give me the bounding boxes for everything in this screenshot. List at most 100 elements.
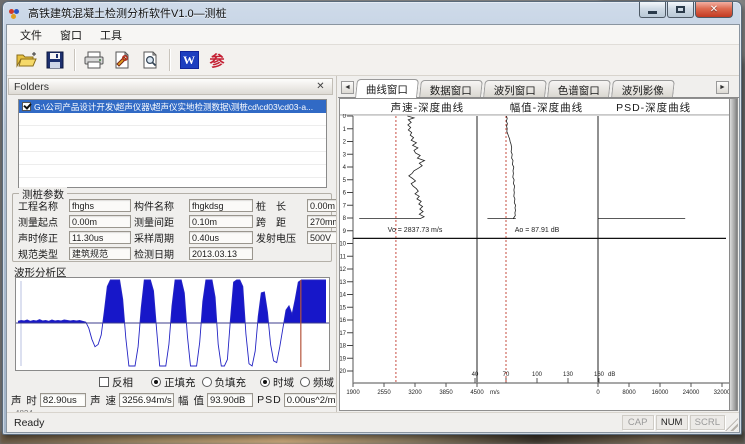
word-export-button[interactable]: W [175,47,203,73]
resize-grip-icon[interactable] [725,418,738,431]
status-bar: Ready CAPNUMSCRL [7,412,739,432]
freq-domain-label: 频域 [313,375,334,390]
titlebar[interactable]: 高铁建筑混凝土检测分析软件V1.0—测桩 ✕ [3,2,741,24]
tab-曲线窗口[interactable]: 曲线窗口 [355,79,419,98]
app-window: 高铁建筑混凝土检测分析软件V1.0—测桩 ✕ 文件窗口工具 [2,1,742,435]
param-value: 2013.03.13 [189,247,253,260]
toolbar: W 参 [7,45,739,76]
word-icon: W [180,51,199,69]
print-setup-button[interactable] [108,47,136,73]
param-label: 发射电压 [256,230,304,245]
toolbar-separator [74,49,75,71]
tab-波列窗口[interactable]: 波列窗口 [483,80,547,97]
print-setup-icon [113,51,131,69]
menu-bar: 文件窗口工具 [7,25,739,45]
folders-listbox[interactable]: G:\公司产品设计开发\超声仪器\超声仪实地检测数据\测桩cd\cd03\cd0… [18,99,327,188]
print-preview-icon [141,51,159,69]
tab-数据窗口[interactable]: 数据窗口 [419,80,483,97]
waveform-box[interactable] [15,277,330,371]
svg-text:1900: 1900 [346,390,360,396]
invert-label: 反相 [112,375,133,390]
invert-checkbox[interactable]: 反相 [99,375,133,390]
svg-text:4: 4 [343,165,347,171]
maximize-button[interactable] [667,2,694,18]
main-area: Folders ✕ G:\公司产品设计开发\超声仪器\超声仪实地检测数据\测桩c… [7,76,739,412]
toolbar-separator [169,49,170,71]
vertical-scrollbar[interactable] [729,99,737,410]
radio-icon[interactable] [300,377,310,387]
tab-色谱窗口[interactable]: 色谱窗口 [547,80,611,97]
app-icon [9,6,23,20]
chart-title-velocity: 声速-深度曲线 [376,100,479,115]
minimize-button[interactable] [639,2,666,18]
svg-text:9: 9 [343,229,347,235]
svg-text:19: 19 [340,356,347,362]
status-ready-text: Ready [7,417,44,429]
radio-selected-icon[interactable] [260,377,270,387]
fill-negative-radio[interactable]: 负填充 [202,375,247,390]
chart-title-psd: PSD-深度曲线 [602,100,705,115]
list-item[interactable]: G:\公司产品设计开发\超声仪器\超声仪实地检测数据\测桩cd\cd03\cd0… [19,100,326,113]
param-value: 0.00m [69,215,131,228]
svg-text:8000: 8000 [622,390,636,396]
radio-icon[interactable] [202,377,212,387]
depth-charts-area[interactable]: 声速-深度曲线 幅值-深度曲线 PSD-深度曲线 012345678910111… [339,98,738,411]
param-label: 声时修正 [18,230,66,245]
readout-label-0: 声 时 [11,393,38,408]
print-button[interactable] [80,47,108,73]
param-label: 构件名称 [134,198,186,213]
svg-text:11: 11 [340,254,347,260]
svg-text:24000: 24000 [683,390,700,396]
svg-text:16000: 16000 [652,390,669,396]
svg-text:18: 18 [340,344,347,350]
time-domain-radio[interactable]: 时域 [260,375,294,390]
param-label: 测量起点 [18,214,66,229]
svg-text:6: 6 [343,191,347,197]
params-button[interactable]: 参 [203,47,231,73]
menu-item-2[interactable]: 工具 [91,25,131,45]
readout-label-3: PSD [257,394,282,406]
svg-text:10: 10 [340,242,347,248]
maximize-icon [676,6,685,13]
tab-scroll-left-button[interactable]: ◄ [341,81,354,94]
svg-text:14: 14 [340,293,347,299]
waveform-svg [16,278,329,370]
close-button[interactable]: ✕ [695,2,733,18]
list-row-empty [19,165,326,178]
svg-text:40: 40 [472,372,479,378]
minimize-icon [648,11,657,14]
pile-params-groupbox: 测桩参数 工程名称fhghs构件名称fhgkdsg桩 长0.00m测量起点0.0… [12,193,332,262]
readout-value-3: 0.00us^2/m [284,393,337,407]
svg-text:3: 3 [343,152,347,158]
svg-text:12: 12 [340,267,347,273]
svg-text:1: 1 [343,127,347,133]
list-row-empty [19,139,326,152]
tab-label: 波列窗口 [494,83,536,98]
fill-positive-radio[interactable]: 正填充 [151,375,196,390]
svg-text:8: 8 [343,216,347,222]
menu-item-0[interactable]: 文件 [11,25,51,45]
freq-domain-radio[interactable]: 频域 [300,375,334,390]
svg-text:100: 100 [532,372,543,378]
readout-value-2: 93.90dB [207,393,253,407]
param-value: 0.00m [307,199,337,212]
left-panel: Folders ✕ G:\公司产品设计开发\超声仪器\超声仪实地检测数据\测桩c… [7,76,337,412]
print-preview-button[interactable] [136,47,164,73]
save-button[interactable] [41,47,69,73]
menu-item-1[interactable]: 窗口 [51,25,91,45]
tab-波列影像[interactable]: 波列影像 [611,80,675,97]
radio-selected-icon[interactable] [151,377,161,387]
svg-text:Vo = 2837.73 m/s: Vo = 2837.73 m/s [388,227,443,234]
readout-label-2: 幅 值 [178,393,205,408]
param-label: 规范类型 [18,246,66,261]
checkbox-checked-icon[interactable] [22,102,31,111]
time-domain-label: 时域 [273,375,294,390]
tab-scroll-right-button[interactable]: ► [716,81,729,94]
params-icon: 参 [209,50,224,71]
svg-text:0: 0 [596,390,600,396]
folders-close-icon[interactable]: ✕ [314,81,327,92]
readout-value-1: 3256.94m/s [119,393,174,407]
param-value: 500V [307,231,337,244]
checkbox-icon[interactable] [99,377,109,387]
open-file-button[interactable] [13,47,41,73]
